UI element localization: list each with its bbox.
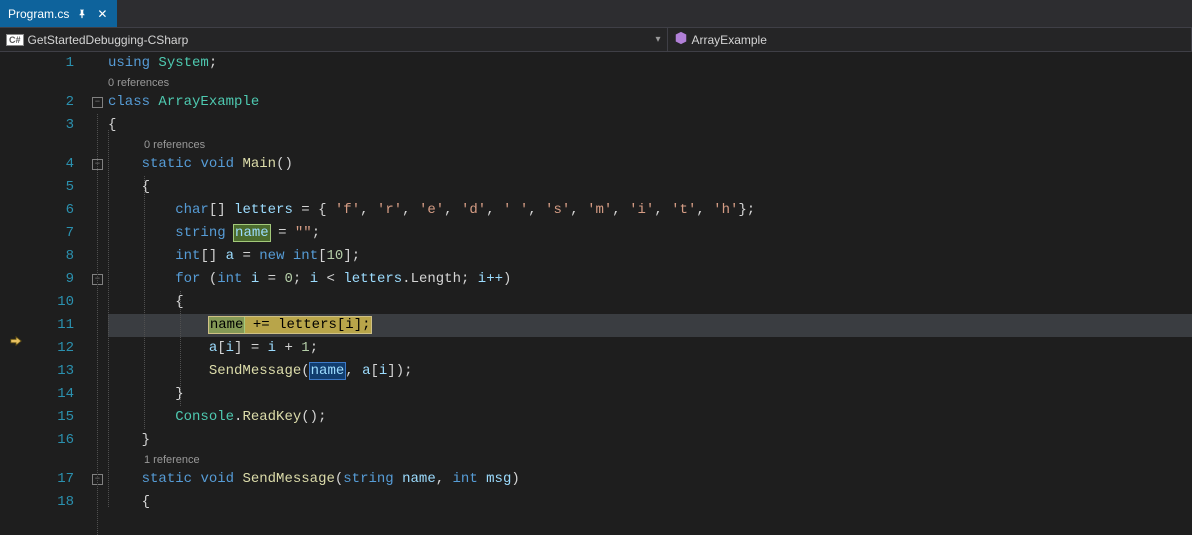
type-name: ArrayExample: [692, 33, 767, 47]
scope-dropdown-project[interactable]: C# GetStartedDebugging-CSharp ▾: [0, 28, 668, 51]
code-line: Console.ReadKey();: [108, 406, 1192, 429]
line-number: 18: [34, 491, 74, 514]
line-number: 14: [34, 383, 74, 406]
line-number: 8: [34, 245, 74, 268]
line-number: 11: [34, 314, 74, 337]
code-line: {: [108, 491, 1192, 514]
code-line: {: [108, 114, 1192, 137]
fold-toggle[interactable]: −: [92, 97, 103, 108]
line-number: 7: [34, 222, 74, 245]
code-line: using System;: [108, 52, 1192, 75]
code-line: int[] a = new int[10];: [108, 245, 1192, 268]
code-line: name += letters[i];: [108, 314, 1192, 337]
line-number: 10: [34, 291, 74, 314]
line-number: 12: [34, 337, 74, 360]
line-number: 4: [34, 153, 74, 176]
scope-dropdown-type[interactable]: ArrayExample: [668, 28, 1192, 51]
code-editor[interactable]: 1 2 3 4 5 6 7 8 9 10 11 12 13 14 15 16 1…: [0, 52, 1192, 535]
codelens[interactable]: 0 references: [108, 137, 1192, 153]
code-line: class ArrayExample: [108, 91, 1192, 114]
close-icon[interactable]: ✕: [95, 7, 109, 21]
symbol-highlight: name: [234, 225, 270, 241]
code-line: static void SendMessage(string name, int…: [108, 468, 1192, 491]
line-number: 17: [34, 468, 74, 491]
class-icon: [674, 31, 688, 48]
code-line: a[i] = i + 1;: [108, 337, 1192, 360]
glyph-margin[interactable]: [0, 52, 34, 535]
code-line: SendMessage(name, a[i]);: [108, 360, 1192, 383]
navigation-bar: C# GetStartedDebugging-CSharp ▾ ArrayExa…: [0, 28, 1192, 52]
code-line: static void Main(): [108, 153, 1192, 176]
line-number: 5: [34, 176, 74, 199]
symbol-highlight: name: [310, 363, 346, 379]
line-number-gutter: 1 2 3 4 5 6 7 8 9 10 11 12 13 14 15 16 1…: [34, 52, 90, 535]
chevron-down-icon: ▾: [655, 34, 660, 45]
line-number: 16: [34, 429, 74, 452]
code-area[interactable]: using System; 0 references class ArrayEx…: [108, 52, 1192, 535]
line-number: 6: [34, 199, 74, 222]
line-number: 3: [34, 114, 74, 137]
code-line: string name = "";: [108, 222, 1192, 245]
codelens[interactable]: 1 reference: [108, 452, 1192, 468]
code-line: }: [108, 429, 1192, 452]
line-number: 2: [34, 91, 74, 114]
pin-icon[interactable]: [75, 7, 89, 21]
codelens[interactable]: 0 references: [108, 75, 1192, 91]
csharp-icon: C#: [6, 34, 24, 46]
code-line: }: [108, 383, 1192, 406]
code-line: {: [108, 176, 1192, 199]
tab-program-cs[interactable]: Program.cs ✕: [0, 0, 118, 27]
code-line: char[] letters = { 'f', 'r', 'e', 'd', '…: [108, 199, 1192, 222]
line-number: 13: [34, 360, 74, 383]
execution-pointer-icon[interactable]: [8, 333, 24, 349]
folding-gutter[interactable]: − − − −: [90, 52, 108, 535]
line-number: 15: [34, 406, 74, 429]
code-line: for (int i = 0; i < letters.Length; i++): [108, 268, 1192, 291]
line-number: 1: [34, 52, 74, 75]
code-line: {: [108, 291, 1192, 314]
current-statement: name += letters[i];: [209, 317, 371, 333]
tab-title: Program.cs: [8, 7, 69, 21]
line-number: 9: [34, 268, 74, 291]
project-name: GetStartedDebugging-CSharp: [28, 33, 189, 47]
tab-bar: Program.cs ✕: [0, 0, 1192, 28]
